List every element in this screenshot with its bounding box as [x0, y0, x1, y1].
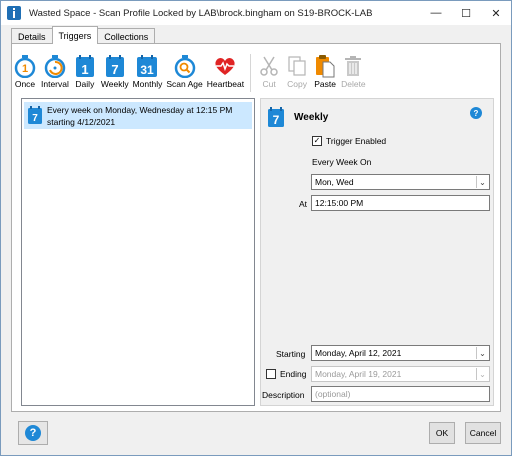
interval-label: Interval [41, 79, 69, 89]
svg-text:1: 1 [81, 62, 88, 77]
window-title: Wasted Space - Scan Profile Locked by LA… [29, 7, 373, 19]
time-input[interactable]: 12:15:00 PM [311, 195, 490, 211]
detail-title: Weekly [294, 111, 329, 123]
paste-icon [316, 55, 335, 78]
paste-label: Paste [314, 79, 336, 89]
interval-button[interactable]: Interval [41, 54, 69, 89]
cancel-button[interactable]: Cancel [465, 422, 501, 444]
tab-collections[interactable]: Collections [97, 28, 156, 44]
time-value: 12:15:00 PM [315, 198, 364, 208]
scan-age-label: Scan Age [166, 79, 203, 89]
at-label: At [299, 199, 308, 209]
days-select[interactable]: Mon, Wed ⌄ [311, 174, 490, 190]
minimize-button[interactable]: — [421, 1, 451, 25]
ok-button[interactable]: OK [429, 422, 455, 444]
chevron-down-icon[interactable]: ⌄ [476, 347, 488, 359]
svg-text:7: 7 [111, 62, 118, 77]
list-item[interactable]: 7 Every week on Monday, Wednesday at 12:… [24, 102, 252, 129]
description-placeholder: (optional) [315, 389, 351, 399]
paste-button[interactable]: Paste [313, 54, 337, 89]
cut-label: Cut [262, 79, 276, 89]
svg-text:1: 1 [22, 63, 28, 75]
chevron-down-icon[interactable]: ⌄ [476, 176, 488, 188]
monthly-calendar-icon: 31 [137, 55, 158, 77]
trigger-list[interactable]: 7 Every week on Monday, Wednesday at 12:… [21, 98, 255, 406]
cut-button[interactable]: Cut [257, 54, 281, 89]
heartbeat-button[interactable]: Heartbeat [207, 54, 244, 89]
heartbeat-label: Heartbeat [206, 79, 245, 89]
close-button[interactable]: ✕ [481, 1, 511, 25]
interval-icon [44, 55, 66, 78]
scan-age-icon [174, 55, 195, 78]
svg-text:7: 7 [32, 113, 38, 124]
ending-date-value: Monday, April 19, 2021 [315, 369, 402, 379]
monthly-label: Monthly [132, 79, 163, 89]
help-icon: ? [25, 425, 41, 441]
starting-date-value: Monday, April 12, 2021 [315, 348, 402, 358]
chevron-down-icon[interactable]: ⌄ [476, 368, 488, 380]
weekly-calendar-icon: 7 [268, 107, 284, 127]
ending-checkbox[interactable] [266, 369, 276, 379]
app-info-icon [7, 6, 21, 20]
trigger-start-line: starting 4/12/2021 [47, 117, 116, 127]
trigger-enabled-row[interactable]: ✓ Trigger Enabled [312, 136, 386, 146]
weekly-button[interactable]: 7 Weekly [101, 54, 129, 89]
description-label: Description [262, 390, 305, 400]
scan-age-button[interactable]: Scan Age [166, 54, 203, 89]
daily-label: Daily [75, 79, 95, 89]
weekly-label: Weekly [100, 79, 129, 89]
copy-icon [288, 56, 306, 76]
copy-button[interactable]: Copy [285, 54, 309, 89]
starting-date-picker[interactable]: Monday, April 12, 2021 ⌄ [311, 345, 490, 361]
once-icon: 1 [14, 55, 36, 78]
window-controls: — ☐ ✕ [421, 1, 511, 25]
description-input[interactable]: (optional) [311, 386, 490, 402]
maximize-button[interactable]: ☐ [451, 1, 481, 25]
dialog-window: Wasted Space - Scan Profile Locked by LA… [0, 0, 512, 456]
every-week-on-label: Every Week On [312, 157, 372, 167]
trigger-enabled-label: Trigger Enabled [326, 136, 387, 146]
help-icon[interactable]: ? [470, 107, 482, 119]
svg-text:31: 31 [141, 63, 155, 77]
scissors-icon [260, 56, 278, 76]
daily-button[interactable]: 1 Daily [73, 54, 97, 89]
weekly-calendar-icon: 7 [28, 106, 42, 124]
help-button[interactable]: ? [18, 421, 48, 445]
tab-details[interactable]: Details [11, 28, 53, 44]
ending-row[interactable]: Ending [266, 369, 306, 379]
ending-label: Ending [280, 369, 307, 379]
copy-label: Copy [287, 79, 308, 89]
heartbeat-icon [215, 58, 236, 75]
weekly-calendar-icon: 7 [105, 55, 124, 77]
tab-triggers[interactable]: Triggers [51, 26, 99, 44]
trash-icon [345, 56, 362, 76]
ending-date-picker[interactable]: Monday, April 19, 2021 ⌄ [311, 366, 490, 382]
detail-header: 7 Weekly [267, 106, 328, 128]
trigger-enabled-checkbox[interactable]: ✓ [312, 136, 322, 146]
trigger-description: Every week on Monday, Wednesday at 12:15… [47, 104, 232, 128]
svg-text:7: 7 [273, 113, 280, 127]
trigger-summary-line: Every week on Monday, Wednesday at 12:15… [47, 105, 233, 115]
once-button[interactable]: 1 Once [13, 54, 37, 89]
trigger-toolbar: 1 Once Interval 1 Daily 7 Weekly 31 Mont… [13, 54, 370, 92]
starting-label: Starting [276, 349, 306, 359]
daily-calendar-icon: 1 [75, 55, 94, 77]
delete-button[interactable]: Delete [341, 54, 366, 89]
once-label: Once [14, 79, 36, 89]
title-bar: Wasted Space - Scan Profile Locked by LA… [1, 1, 511, 25]
days-value: Mon, Wed [315, 177, 354, 187]
monthly-button[interactable]: 31 Monthly [132, 54, 163, 89]
delete-label: Delete [341, 79, 366, 89]
tab-strip: Details Triggers Collections [11, 26, 156, 44]
toolbar-separator [250, 54, 252, 92]
